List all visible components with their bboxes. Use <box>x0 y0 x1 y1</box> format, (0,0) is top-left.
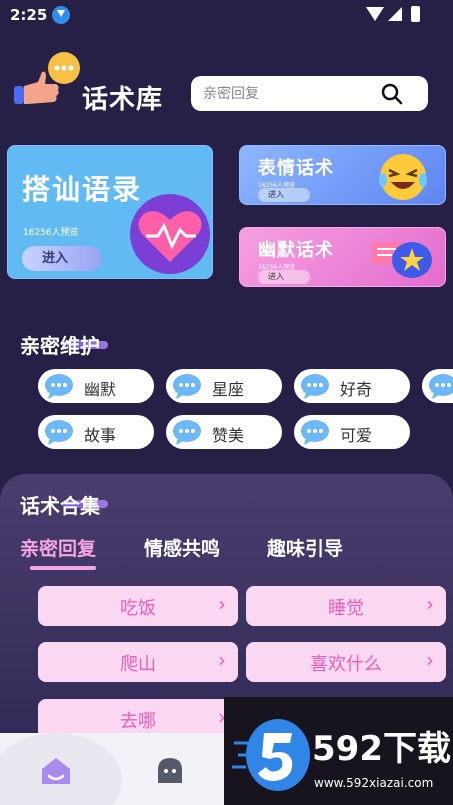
chip-curious[interactable]: 好奇 <box>294 369 410 403</box>
watermark-url: www.592xiazai.com <box>314 776 434 790</box>
search-box[interactable] <box>191 76 428 111</box>
chip-partial[interactable] <box>422 369 453 403</box>
enter-button[interactable]: 进入 <box>258 270 310 284</box>
chip-label: 可爱 <box>340 426 373 445</box>
wifi-icon <box>366 7 384 21</box>
chevron-right-icon: › <box>426 592 434 616</box>
download-icon <box>52 6 70 24</box>
chevron-right-icon: › <box>218 592 226 616</box>
chat-bubble-icon <box>173 374 201 399</box>
chat-bubble-icon <box>301 420 329 445</box>
chip-zodiac[interactable]: 星座 <box>166 369 282 403</box>
tab-fun-guidance[interactable]: 趣味引导 <box>267 534 343 561</box>
watermark-overlay: 592下载 www.592xiazai.com <box>224 697 453 805</box>
watermark-brand: 592下载 <box>312 729 451 769</box>
topic-what-you-like[interactable]: 喜欢什么 › <box>246 642 446 682</box>
home-icon[interactable] <box>40 756 72 786</box>
chip-cute[interactable]: 可爱 <box>294 415 410 449</box>
chip-label: 幽默 <box>84 380 117 399</box>
status-time: 2:25 <box>10 6 48 24</box>
enter-button[interactable]: 进入 <box>258 188 310 202</box>
chat-bubble-star-icon <box>372 242 432 278</box>
heart-icon <box>130 194 210 274</box>
topic-label: 睡觉 <box>328 598 364 619</box>
chip-label: 赞美 <box>212 426 245 445</box>
topic-label: 喜欢什么 <box>310 654 382 675</box>
topic-label: 去哪 <box>120 711 156 732</box>
card-title: 搭讪语录 <box>22 173 143 206</box>
card-pickup-lines[interactable]: 搭讪语录 16256人预览 进入 <box>7 145 213 279</box>
thumbs-up-mascot-icon <box>14 52 80 104</box>
intimacy-section-title: 亲密维护 <box>20 334 100 358</box>
chat-bubble-icon <box>301 374 329 399</box>
card-view-count: 16256人预览 <box>23 228 79 238</box>
tab-intimate-reply[interactable]: 亲密回复 <box>20 534 96 561</box>
watermark-logo-icon <box>232 719 310 791</box>
chip-praise[interactable]: 赞美 <box>166 415 282 449</box>
chevron-right-icon: › <box>218 648 226 672</box>
status-bar: 2:25 <box>0 0 453 32</box>
chip-label: 好奇 <box>340 380 373 399</box>
topic-eat[interactable]: 吃饭 › <box>38 586 238 626</box>
chat-bubble-icon <box>45 420 73 445</box>
card-humor-lines[interactable]: 幽默话术 16256人预览 进入 <box>239 227 446 287</box>
collection-section-title: 话术合集 <box>20 494 100 518</box>
chip-label: 故事 <box>84 426 117 445</box>
chat-bubble-icon <box>173 420 201 445</box>
search-icon[interactable] <box>381 83 403 105</box>
app-title: 话术库 <box>82 85 164 115</box>
laughing-face-icon <box>379 154 427 200</box>
topic-sleep[interactable]: 睡觉 › <box>246 586 446 626</box>
enter-button[interactable]: 进入 <box>22 246 102 271</box>
topic-label: 吃饭 <box>120 598 156 619</box>
chip-story[interactable]: 故事 <box>38 415 154 449</box>
chip-humor[interactable]: 幽默 <box>38 369 154 403</box>
card-title: 表情话术 <box>258 158 334 179</box>
search-input[interactable] <box>203 76 383 111</box>
signal-icon <box>388 7 402 21</box>
tab-emotional-resonance[interactable]: 情感共鸣 <box>144 534 220 561</box>
chevron-right-icon: › <box>426 648 434 672</box>
battery-icon <box>411 6 420 22</box>
topic-label: 爬山 <box>120 654 156 675</box>
active-tab-indicator <box>30 566 96 570</box>
chat-bubble-icon <box>45 374 73 399</box>
card-emoji-lines[interactable]: 表情话术 16256人预览 进入 <box>239 145 446 205</box>
chip-label: 星座 <box>212 380 245 399</box>
topic-hiking[interactable]: 爬山 › <box>38 642 238 682</box>
chat-ghost-icon[interactable] <box>155 756 185 786</box>
card-title: 幽默话术 <box>258 240 334 261</box>
chat-bubble-icon <box>429 374 453 399</box>
